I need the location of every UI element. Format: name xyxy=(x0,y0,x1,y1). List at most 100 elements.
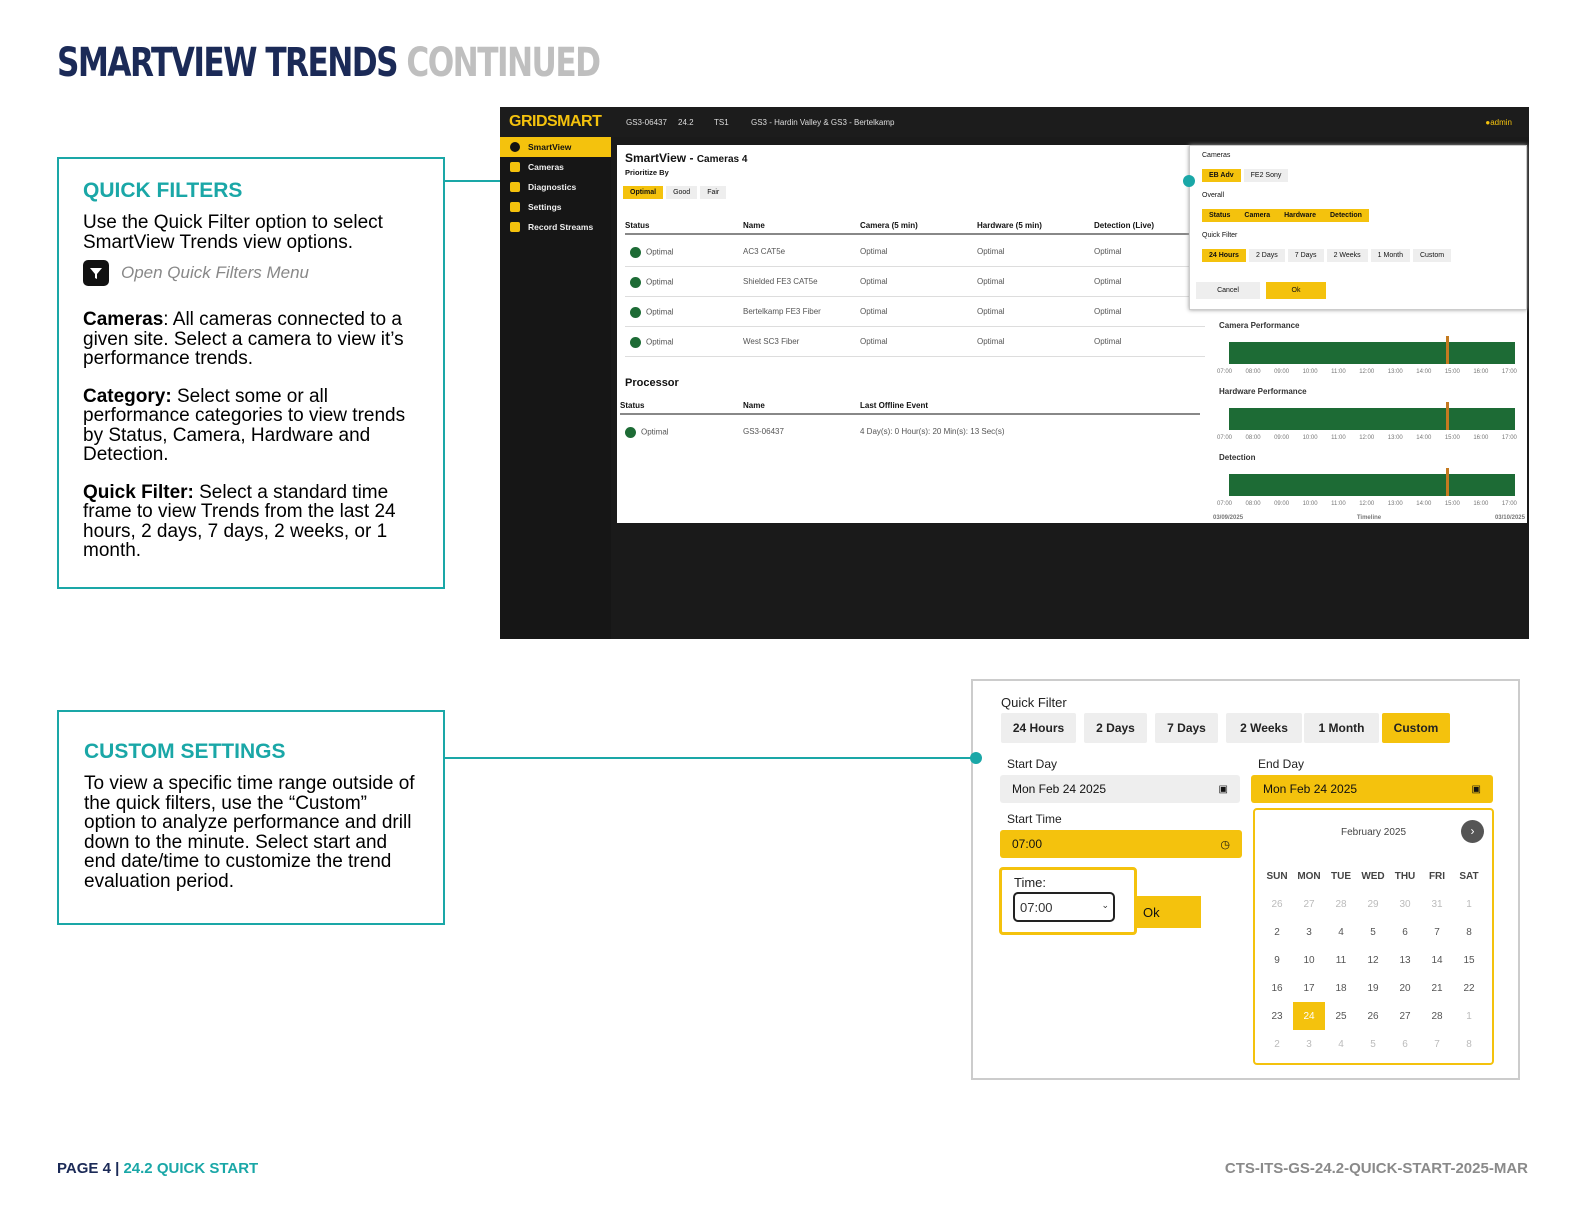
calendar-day[interactable]: 1 xyxy=(1453,1002,1485,1030)
calendar-day[interactable]: 13 xyxy=(1389,946,1421,974)
next-month-icon[interactable]: › xyxy=(1461,820,1484,843)
quick-2-days[interactable]: 2 Days xyxy=(1248,249,1285,262)
calendar-day[interactable]: 29 xyxy=(1357,890,1389,918)
calendar-day[interactable]: 23 xyxy=(1261,1002,1293,1030)
table-header: Status Name Camera (5 min) Hardware (5 m… xyxy=(625,217,1205,235)
calendar-day[interactable]: 6 xyxy=(1389,1030,1421,1058)
calendar-day[interactable]: 10 xyxy=(1293,946,1325,974)
start-time-field[interactable]: 07:00 ◷ xyxy=(1000,830,1242,858)
category-detection[interactable]: Detection xyxy=(1323,209,1369,222)
detection-cell: Optimal xyxy=(1094,307,1122,316)
category-hardware[interactable]: Hardware xyxy=(1277,209,1323,222)
priority-fair[interactable]: Fair xyxy=(700,186,727,199)
quick-7-days[interactable]: 7 Days xyxy=(1287,249,1324,262)
calendar-day[interactable]: 5 xyxy=(1357,918,1389,946)
chevron-down-icon: ⌄ xyxy=(1101,900,1109,910)
quick-custom[interactable]: Custom xyxy=(1412,249,1452,262)
quick-button-2-days[interactable]: 2 Days xyxy=(1084,713,1147,743)
calendar-day[interactable]: 27 xyxy=(1293,890,1325,918)
table-row[interactable]: Optimal Bertelkamp FE3 Fiber Optimal Optima… xyxy=(625,297,1205,327)
col-status: Status xyxy=(625,221,650,230)
calendar-day[interactable]: 4 xyxy=(1325,1030,1357,1058)
calendar-day[interactable]: 11 xyxy=(1325,946,1357,974)
calendar-day[interactable]: 17 xyxy=(1293,974,1325,1002)
tick-label: 14:00 xyxy=(1416,501,1432,507)
quick-24-hours[interactable]: 24 Hours xyxy=(1202,249,1246,262)
table-row[interactable]: Optimal GS3-06437 4 Day(s): 0 Hour(s): 2… xyxy=(620,417,1200,447)
time-select[interactable]: 07:00 ⌄ xyxy=(1013,892,1115,922)
smartview-title: SmartView - Cameras 4 xyxy=(625,151,747,165)
calendar-day[interactable]: 3 xyxy=(1293,1030,1325,1058)
quick-button-2-weeks[interactable]: 2 Weeks xyxy=(1226,713,1302,743)
calendar-day[interactable]: 3 xyxy=(1293,918,1325,946)
start-day-field[interactable]: Mon Feb 24 2025 ▣ xyxy=(1000,775,1240,803)
calendar-day[interactable]: 4 xyxy=(1325,918,1357,946)
calendar-day[interactable]: 6 xyxy=(1389,918,1421,946)
calendar-day[interactable]: 5 xyxy=(1357,1030,1389,1058)
calendar-day[interactable]: 28 xyxy=(1325,890,1357,918)
quick-button-24-hours[interactable]: 24 Hours xyxy=(1001,713,1076,743)
quick-button-1-month[interactable]: 1 Month xyxy=(1304,713,1379,743)
priority-good[interactable]: Good xyxy=(666,186,698,199)
table-row[interactable]: Optimal West SC3 Fiber Optimal Optimal Optim… xyxy=(625,327,1205,357)
calendar-day[interactable]: 26 xyxy=(1261,890,1293,918)
category-camera[interactable]: Camera xyxy=(1237,209,1278,222)
calendar-day[interactable]: 26 xyxy=(1357,1002,1389,1030)
calendar-day[interactable]: 12 xyxy=(1357,946,1389,974)
calendar-day[interactable]: 2 xyxy=(1261,1030,1293,1058)
end-day-field[interactable]: Mon Feb 24 2025 ▣ xyxy=(1251,775,1493,803)
calendar-day[interactable]: 25 xyxy=(1325,1002,1357,1030)
priority-optimal[interactable]: Optimal xyxy=(623,186,664,199)
processor-title: Processor xyxy=(625,377,679,389)
sidebar-item-cameras[interactable]: Cameras xyxy=(500,157,611,177)
sidebar-item-settings[interactable]: Settings xyxy=(500,197,611,217)
category-status[interactable]: Status xyxy=(1202,209,1238,222)
time-ticks: 07:00 08:00 09:00 10:00 11:00 12:00 13:00 14:00… xyxy=(1217,435,1517,441)
serial: GS3-06437 xyxy=(626,118,667,127)
hardware-cell: Optimal xyxy=(977,247,1005,256)
sidebar-item-record-streams[interactable]: Record Streams xyxy=(500,217,611,237)
time-ok-button[interactable]: Ok xyxy=(1137,896,1201,928)
quick-1-month[interactable]: 1 Month xyxy=(1370,249,1410,262)
cancel-button[interactable]: Cancel xyxy=(1196,282,1260,299)
calendar-day[interactable]: 7 xyxy=(1421,918,1453,946)
calendar-day[interactable]: 24 xyxy=(1293,1002,1325,1030)
calendar-day[interactable]: 14 xyxy=(1421,946,1453,974)
start-time-label: Start Time xyxy=(1007,812,1062,826)
smartview-main: SmartView - Cameras 4 Prioritize By Opti… xyxy=(617,145,1209,523)
calendar-day[interactable]: 30 xyxy=(1389,890,1421,918)
calendar-day[interactable]: 28 xyxy=(1421,1002,1453,1030)
calendar-day[interactable]: 31 xyxy=(1421,890,1453,918)
table-row[interactable]: Optimal AC3 CAT5e Optimal Optimal Optimal xyxy=(625,237,1205,267)
calendar-day[interactable]: 20 xyxy=(1389,974,1421,1002)
col-last-offline: Last Offline Event xyxy=(860,401,929,410)
table-row[interactable]: Optimal Shielded FE3 CAT5e Optimal Optimal O… xyxy=(625,267,1205,297)
camera-chip-eb-adv[interactable]: EB Adv xyxy=(1202,169,1241,182)
calendar-day[interactable]: 18 xyxy=(1325,974,1357,1002)
start-day-value: Mon Feb 24 2025 xyxy=(1012,782,1107,796)
calendar-day[interactable]: 9 xyxy=(1261,946,1293,974)
calendar-day[interactable]: 19 xyxy=(1357,974,1389,1002)
performance-bar xyxy=(1229,402,1515,430)
cameras-description: Cameras: All cameras connected to a give… xyxy=(83,310,419,369)
calendar-day[interactable]: 8 xyxy=(1453,918,1485,946)
calendar-day[interactable]: 21 xyxy=(1421,974,1453,1002)
calendar-day[interactable]: 2 xyxy=(1261,918,1293,946)
calendar-day[interactable]: 1 xyxy=(1453,890,1485,918)
tick-label: 08:00 xyxy=(1245,435,1261,441)
qf-overall-label: Overall xyxy=(1202,192,1225,199)
ok-button[interactable]: Ok xyxy=(1266,282,1326,299)
calendar-day[interactable]: 7 xyxy=(1421,1030,1453,1058)
calendar-day[interactable]: 16 xyxy=(1261,974,1293,1002)
quick-button-7-days[interactable]: 7 Days xyxy=(1155,713,1218,743)
calendar-day[interactable]: 8 xyxy=(1453,1030,1485,1058)
sidebar-item-smartview[interactable]: SmartView xyxy=(500,137,611,157)
calendar-day[interactable]: 15 xyxy=(1453,946,1485,974)
quick-button-custom[interactable]: Custom xyxy=(1382,713,1450,743)
calendar-day[interactable]: 27 xyxy=(1389,1002,1421,1030)
user-menu[interactable]: ●admin xyxy=(1485,118,1512,127)
sidebar-item-diagnostics[interactable]: Diagnostics xyxy=(500,177,611,197)
camera-chip-fe2-sony[interactable]: FE2 Sony xyxy=(1243,169,1289,182)
calendar-day[interactable]: 22 xyxy=(1453,974,1485,1002)
quick-2-weeks[interactable]: 2 Weeks xyxy=(1326,249,1368,262)
